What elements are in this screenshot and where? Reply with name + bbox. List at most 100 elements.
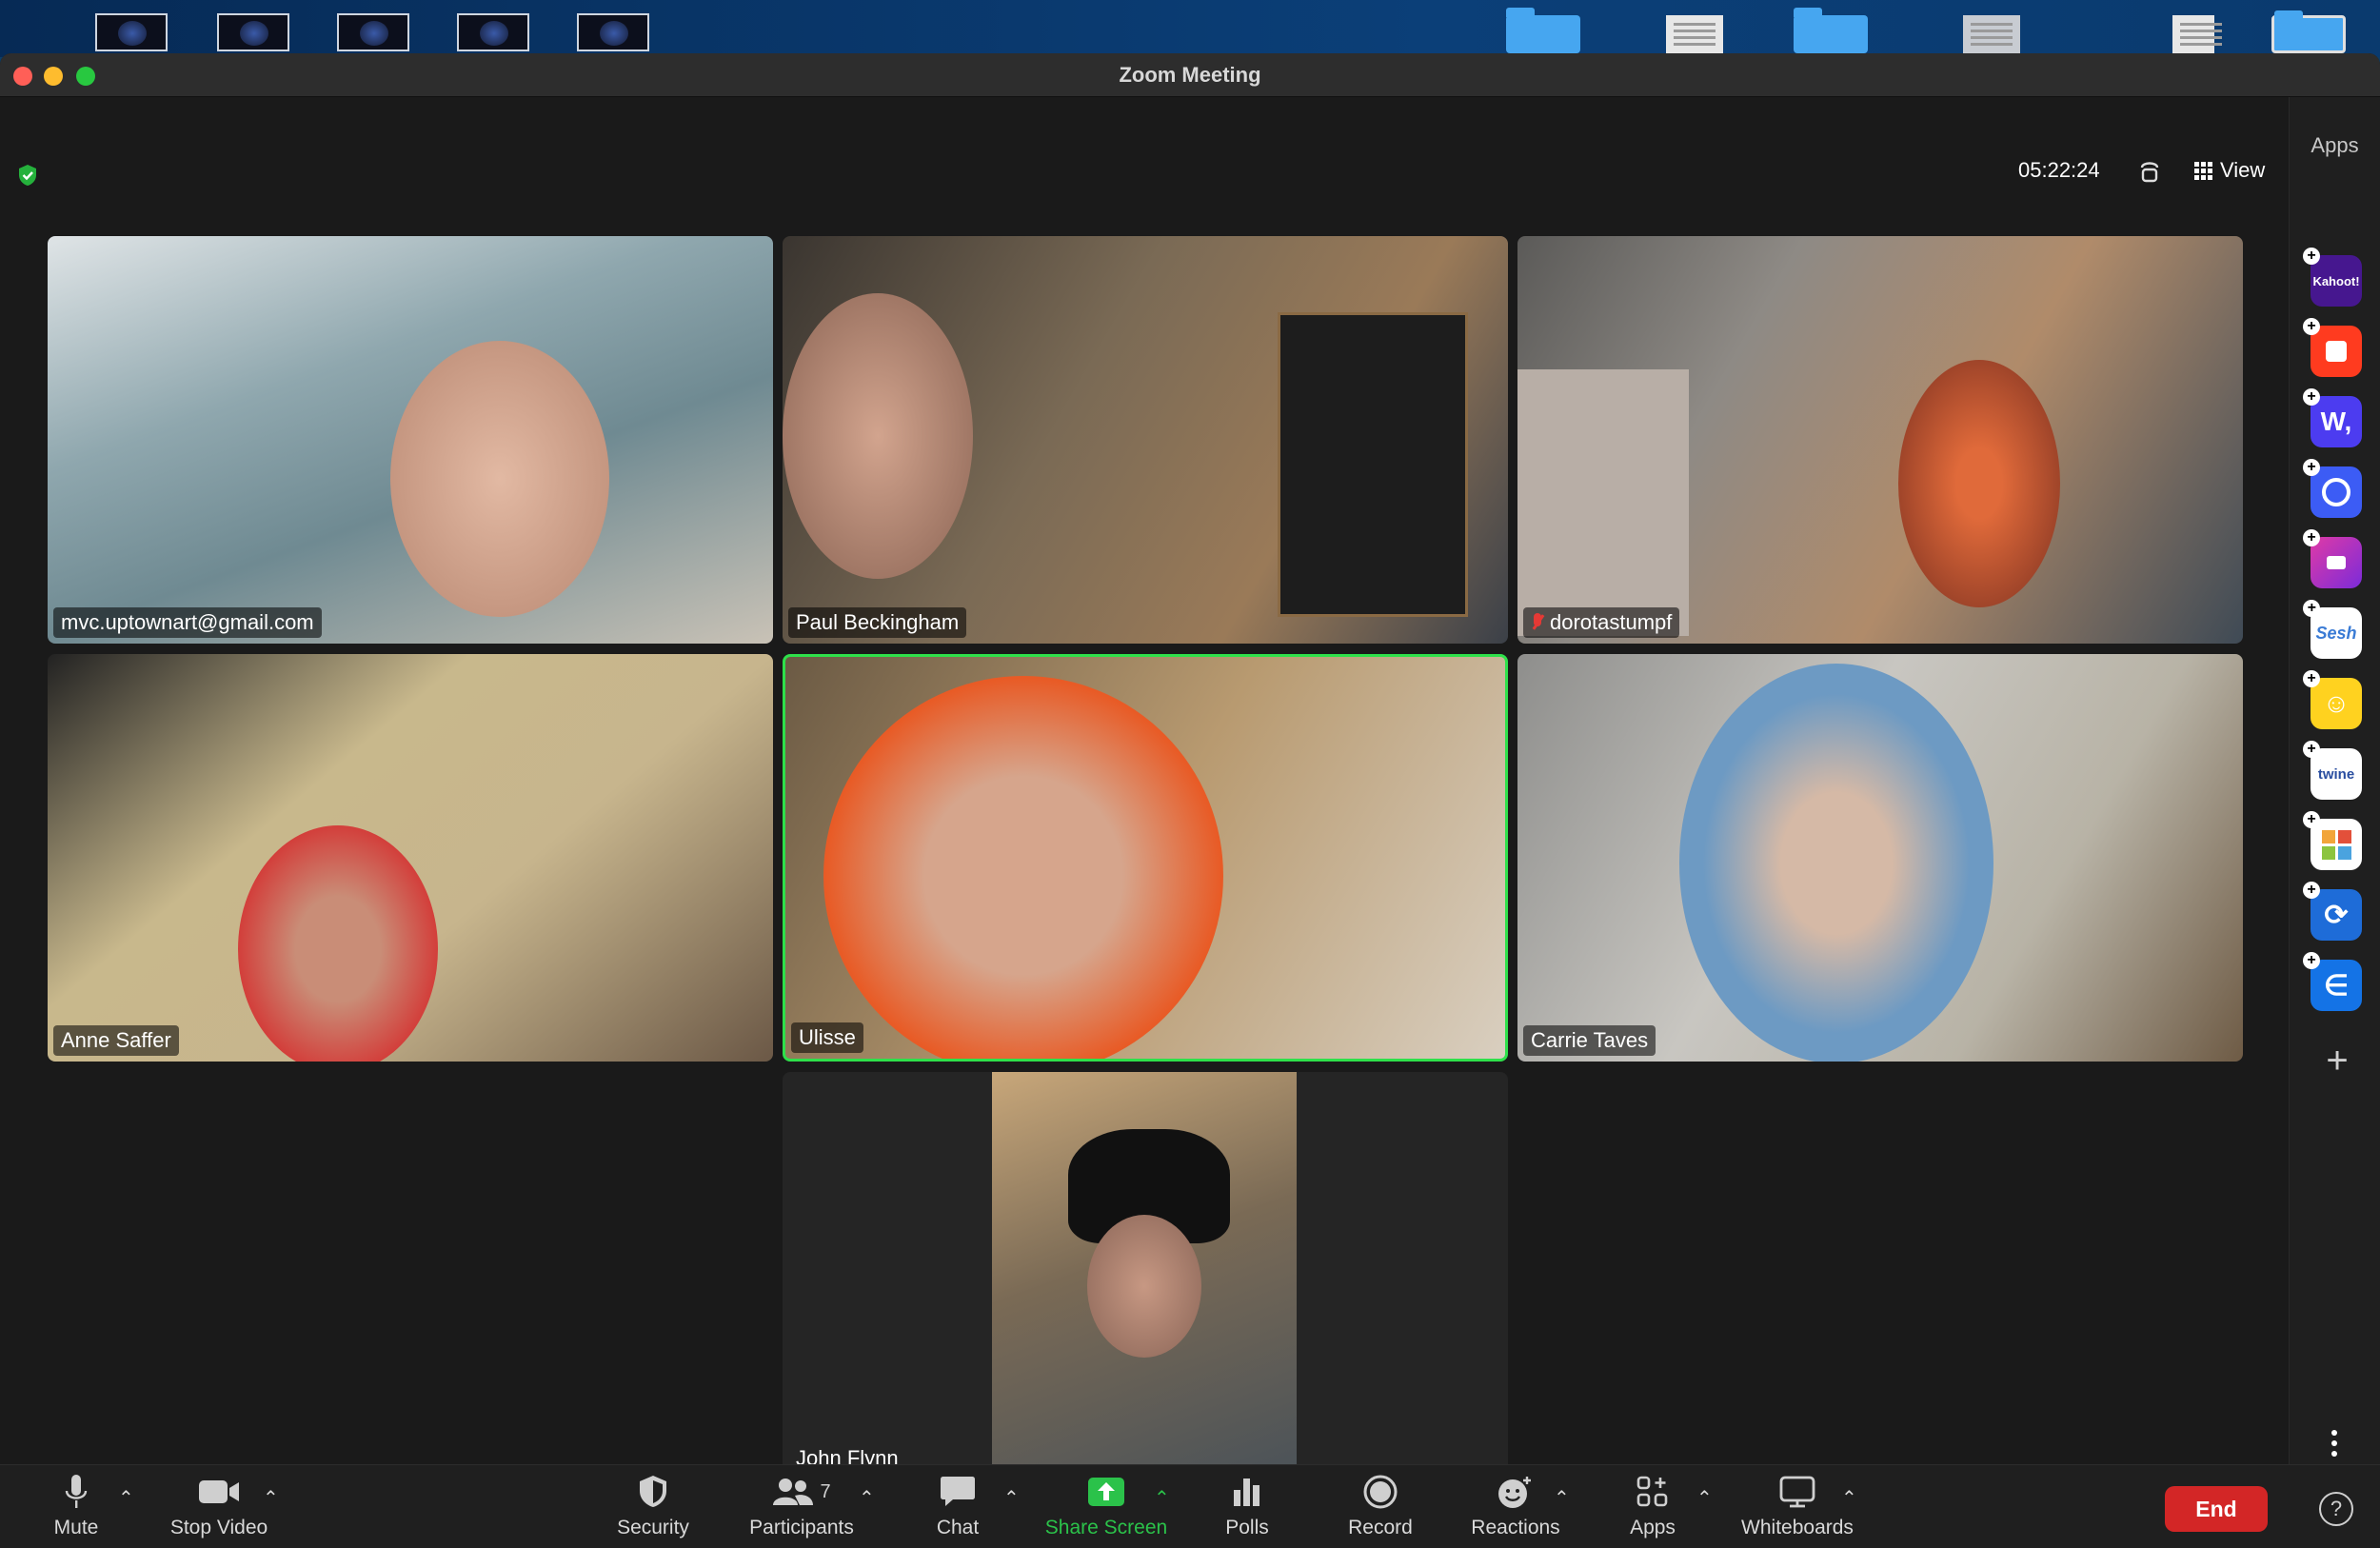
e-app-icon[interactable]: + ∈ <box>2303 952 2362 1011</box>
desktop-folder-icon[interactable] <box>1794 8 1868 53</box>
participant-name: Ulisse <box>799 1025 856 1049</box>
desktop-document-icon[interactable] <box>2172 15 2222 53</box>
apps-panel-title: Apps <box>2311 133 2359 157</box>
whiteboard-icon <box>1779 1476 1815 1508</box>
participant-name: Carrie Taves <box>1531 1028 1649 1052</box>
red-app-icon[interactable]: + <box>2303 318 2362 377</box>
painting-canvas <box>1278 312 1468 617</box>
participants-button[interactable]: 7 Participants <box>725 1471 878 1539</box>
add-app-plus-icon[interactable]: + <box>2320 1042 2354 1080</box>
title-bar: Zoom Meeting <box>0 53 2380 97</box>
record-icon <box>1363 1475 1398 1509</box>
video-tile[interactable]: John Flynn <box>783 1072 1508 1479</box>
video-tile[interactable]: Paul Beckingham <box>783 236 1508 644</box>
desktop-image-icon[interactable] <box>1963 15 2020 53</box>
help-icon[interactable]: ? <box>2319 1492 2353 1526</box>
desktop-document-icon[interactable] <box>1666 15 1723 53</box>
audio-options-caret-icon[interactable]: ⌃ <box>118 1486 134 1510</box>
desktop-thumbnail[interactable] <box>337 13 409 51</box>
mute-label: Mute <box>53 1517 99 1538</box>
more-options-icon[interactable] <box>2331 1430 2339 1459</box>
apps-icon <box>1636 1476 1668 1507</box>
reactions-caret-icon[interactable]: ⌃ <box>1554 1486 1570 1510</box>
participant-video <box>1679 664 1993 1062</box>
participant-name-tag: mvc.uptownart@gmail.com <box>53 607 322 638</box>
video-tile[interactable]: Carrie Taves <box>1517 654 2243 1062</box>
apps-panel: Apps + Kahoot! + + W, + + + Sesh + ☺ + twine … <box>2289 97 2380 1464</box>
video-tile[interactable]: mvc.uptownart@gmail.com <box>48 236 773 644</box>
participants-icon <box>773 1479 814 1505</box>
w-app-icon[interactable]: + W, <box>2303 388 2362 447</box>
video-camera-icon <box>199 1480 239 1503</box>
meeting-area: 05:22:24 View mvc.uptownart@gmail.com Pa… <box>0 97 2289 1479</box>
participant-video <box>1898 360 2060 607</box>
dollhouse <box>1517 369 1689 636</box>
end-meeting-button[interactable]: End <box>2165 1486 2268 1532</box>
security-shield-icon <box>640 1476 666 1507</box>
record-button[interactable]: Record <box>1304 1471 1457 1539</box>
participant-video <box>823 676 1223 1059</box>
polls-icon <box>1234 1479 1259 1506</box>
apps-caret-icon[interactable]: ⌃ <box>1696 1486 1713 1510</box>
desktop-folder-icon[interactable] <box>2271 10 2346 53</box>
participants-count: 7 <box>820 1480 831 1502</box>
desktop-thumbnail[interactable] <box>577 13 649 51</box>
sync-app-icon[interactable]: + ⟳ <box>2303 882 2362 941</box>
emoji-app-icon[interactable]: + ☺ <box>2303 670 2362 729</box>
view-label: View <box>2220 158 2266 182</box>
share-screen-icon <box>1088 1478 1124 1506</box>
record-label: Record <box>1348 1517 1413 1538</box>
grid-app-icon[interactable]: + <box>2303 811 2362 870</box>
whiteboards-caret-icon[interactable]: ⌃ <box>1841 1486 1857 1510</box>
video-tile[interactable]: Anne Saffer <box>48 654 773 1062</box>
participant-name-tag: Ulisse <box>791 1022 863 1053</box>
desktop-folder-icon[interactable] <box>1506 8 1580 53</box>
polls-button[interactable]: Polls <box>1171 1471 1323 1539</box>
participant-name: mvc.uptownart@gmail.com <box>61 610 314 634</box>
security-button[interactable]: Security <box>577 1471 729 1539</box>
window-title: Zoom Meeting <box>1119 63 1261 87</box>
twine-app-icon[interactable]: + twine <box>2303 741 2362 800</box>
meeting-timer: 05:22:24 <box>2018 158 2100 182</box>
participant-video <box>992 1072 1297 1479</box>
muted-microphone-icon <box>1531 613 1544 632</box>
sesh-app-icon[interactable]: + Sesh <box>2303 600 2362 659</box>
chat-bubble-icon <box>941 1477 975 1506</box>
chat-label: Chat <box>936 1517 980 1538</box>
view-button[interactable]: View <box>2193 156 2265 185</box>
encryption-shield-icon[interactable] <box>17 164 38 187</box>
participant-video <box>390 341 609 617</box>
face <box>1087 1215 1201 1358</box>
share-screen-label: Share Screen <box>1044 1517 1168 1538</box>
participants-label: Participants <box>749 1517 854 1538</box>
desktop-background <box>0 0 2380 57</box>
kahoot-app-icon[interactable]: + Kahoot! <box>2303 248 2362 307</box>
zoom-window: Zoom Meeting 05:22:24 View mvc.uptownart… <box>0 53 2380 1548</box>
video-tile-active-speaker[interactable]: Ulisse <box>783 654 1508 1062</box>
participants-caret-icon[interactable]: ⌃ <box>859 1486 875 1510</box>
stop-video-label: Stop Video <box>169 1517 268 1538</box>
participant-video <box>238 825 438 1062</box>
security-label: Security <box>617 1517 689 1538</box>
video-options-caret-icon[interactable]: ⌃ <box>263 1486 279 1510</box>
desktop-thumbnail[interactable] <box>217 13 289 51</box>
desktop-thumbnail[interactable] <box>457 13 529 51</box>
video-tile[interactable]: dorotastumpf <box>1517 236 2243 644</box>
whiteboards-label: Whiteboards <box>1741 1517 1854 1538</box>
purple-video-app-icon[interactable]: + <box>2303 529 2362 588</box>
participant-name-tag: Anne Saffer <box>53 1025 179 1056</box>
blue-circle-app-icon[interactable]: + <box>2303 459 2362 518</box>
apps-label: Apps <box>1630 1517 1676 1538</box>
participant-name: dorotastumpf <box>1550 610 1673 634</box>
participant-video <box>783 293 973 579</box>
participant-name-tag: Carrie Taves <box>1523 1025 1656 1056</box>
microphone-icon <box>65 1475 88 1508</box>
reactions-label: Reactions <box>1471 1517 1560 1538</box>
chat-caret-icon[interactable]: ⌃ <box>1003 1486 1020 1510</box>
desktop-thumbnail[interactable] <box>95 13 168 51</box>
share-screen-caret-icon[interactable]: ⌃ <box>1154 1486 1170 1510</box>
grid-view-icon <box>2194 162 2212 180</box>
reactions-smiley-icon <box>1498 1477 1531 1508</box>
recording-indicator-icon[interactable] <box>2138 156 2161 183</box>
meeting-toolbar: Mute ⌃ Stop Video ⌃ Security 7 Participa… <box>0 1464 2380 1548</box>
